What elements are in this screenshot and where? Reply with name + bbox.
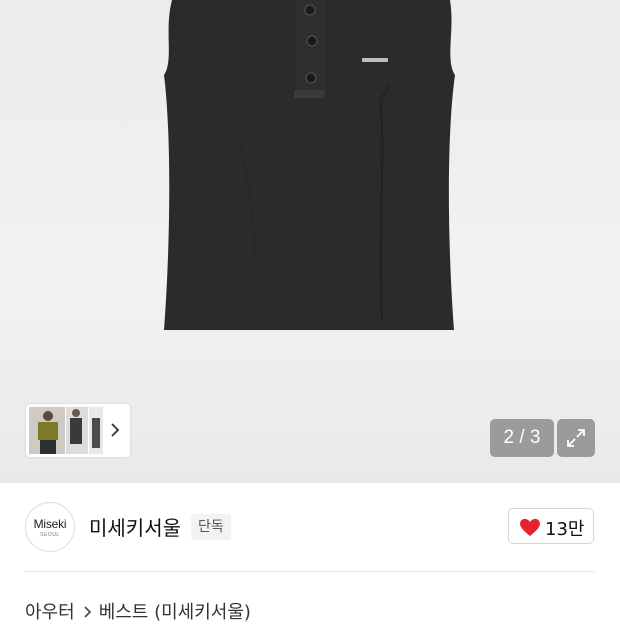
thumbnail-images[interactable] [26,404,106,457]
like-count: 13만 [545,519,585,540]
expand-arrows-icon [567,429,585,447]
expand-button[interactable] [557,419,595,457]
product-image-gallery[interactable]: 2 / 3 [0,0,620,483]
brand-name[interactable]: 미세키서울 [89,512,181,541]
heart-icon [520,518,540,537]
like-button[interactable]: 13만 [508,508,594,544]
thumbnail-strip[interactable] [26,404,130,457]
brand-logo-subtext: SEOUL [40,532,60,538]
chevron-right-icon [83,603,93,624]
chevron-right-icon[interactable] [108,421,122,439]
breadcrumb: 아우터 베스트 (미세키서울) [25,598,251,624]
page-counter: 2 / 3 [490,419,554,457]
exclusive-badge: 단독 [191,514,231,540]
brand-row: Miseki SEOUL 미세키서울 단독 13만 [0,483,620,571]
divider [25,571,595,572]
brand-logo-text: Miseki [33,517,67,531]
brand-logo[interactable]: Miseki SEOUL [25,502,75,552]
product-image[interactable] [150,0,470,335]
